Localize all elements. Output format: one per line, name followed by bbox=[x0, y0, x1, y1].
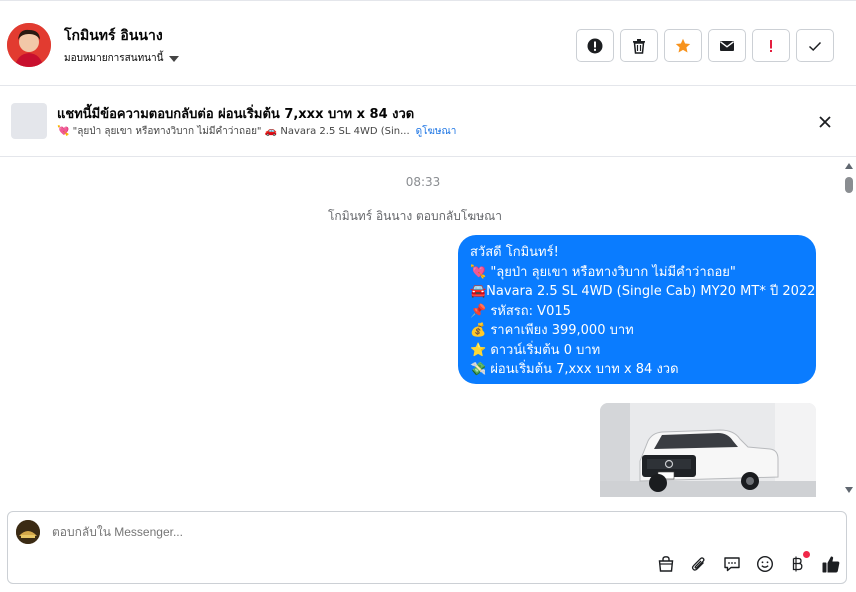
thread-scrollbar[interactable] bbox=[842, 157, 856, 497]
smiley-icon bbox=[756, 555, 774, 573]
send-like-button[interactable] bbox=[821, 554, 841, 574]
ad-banner-text: 💘 "ลุยป่า ลุยเขา หรือทางวิบาก ไม่มีคำว่า… bbox=[57, 126, 410, 137]
scroll-down-arrow-icon[interactable] bbox=[845, 487, 853, 493]
car-photo[interactable] bbox=[600, 403, 816, 497]
header-actions bbox=[576, 29, 834, 62]
message-line: 💸 ผ่อนเริ่มต้น 7,xxx บาท x 84 งวด bbox=[470, 362, 679, 377]
composer-tools bbox=[656, 551, 841, 574]
contact-name: โกมินทร์ อินนาง bbox=[64, 28, 163, 44]
outgoing-message-bubble[interactable]: สวัสดี โกมินทร์! 💘 "ลุยป่า ลุยเขา หรือทา… bbox=[458, 235, 816, 384]
scroll-up-arrow-icon[interactable] bbox=[845, 163, 853, 169]
paperclip-icon bbox=[691, 557, 705, 571]
star-button[interactable] bbox=[664, 29, 702, 62]
delete-button[interactable] bbox=[620, 29, 658, 62]
spam-button[interactable] bbox=[752, 29, 790, 62]
reply-input[interactable] bbox=[52, 525, 812, 539]
assign-conversation-dropdown[interactable]: มอบหมายการสนทนานี้ bbox=[64, 51, 180, 66]
mail-icon bbox=[720, 40, 734, 51]
mark-unread-button[interactable] bbox=[708, 29, 746, 62]
mark-done-button[interactable] bbox=[796, 29, 834, 62]
scrollbar-thumb[interactable] bbox=[845, 177, 853, 193]
ad-thumbnail bbox=[11, 103, 47, 139]
message-line: 🚘Navara 2.5 SL 4WD (Single Cab) MY20 MT*… bbox=[470, 284, 816, 299]
assign-label: มอบหมายการสนทนานี้ bbox=[64, 53, 164, 64]
message-timestamp: 08:33 bbox=[405, 175, 441, 189]
message-line: สวัสดี โกมินทร์! bbox=[470, 245, 559, 260]
ad-banner-title: แชทนี้มีข้อความตอบกลับต่อ ผ่อนเริ่มต้น 7… bbox=[57, 107, 415, 122]
view-ad-link[interactable]: ดูโฆษณา bbox=[416, 126, 457, 137]
payment-button[interactable] bbox=[788, 551, 810, 574]
shop-button[interactable] bbox=[656, 554, 676, 574]
page-avatar bbox=[16, 520, 40, 544]
message-line: 📌 รหัสรถ: V015 bbox=[470, 303, 571, 319]
saved-replies-button[interactable] bbox=[722, 554, 742, 574]
check-icon bbox=[808, 41, 822, 51]
caret-down-icon bbox=[169, 55, 180, 62]
emoji-button[interactable] bbox=[755, 554, 775, 574]
info-circle-icon bbox=[587, 38, 603, 53]
message-line: 💰 ราคาเพียง 399,000 บาท bbox=[470, 323, 634, 338]
thumbs-up-icon bbox=[822, 556, 840, 573]
exclamation-icon bbox=[770, 39, 772, 52]
conversation-header: โกมินทร์ อินนาง มอบหมายการสนทนานี้ bbox=[0, 0, 856, 86]
message-line: ⭐ ดาวน์เริ่มต้น 0 บาท bbox=[470, 342, 601, 358]
speech-bubble-icon bbox=[724, 557, 740, 572]
message-composer bbox=[7, 511, 847, 584]
star-icon bbox=[675, 38, 691, 52]
trash-icon bbox=[633, 38, 645, 54]
ad-banner-subtitle: 💘 "ลุยป่า ลุยเขา หรือทางวิบาก ไม่มีคำว่า… bbox=[57, 124, 456, 139]
info-button[interactable] bbox=[576, 29, 614, 62]
bag-icon bbox=[658, 556, 674, 572]
close-icon bbox=[819, 116, 831, 128]
notification-dot bbox=[803, 551, 810, 558]
ad-reply-banner: แชทนี้มีข้อความตอบกลับต่อ ผ่อนเริ่มต้น 7… bbox=[0, 86, 856, 157]
attach-button[interactable] bbox=[689, 554, 709, 574]
message-thread: 08:33 โกมินทร์ อินนาง ตอบกลับโฆษณา สวัสด… bbox=[0, 157, 856, 497]
close-banner-button[interactable] bbox=[815, 112, 835, 132]
message-line: 💘 "ลุยป่า ลุยเขา หรือทางวิบาก ไม่มีคำว่า… bbox=[470, 264, 736, 280]
contact-avatar[interactable] bbox=[7, 23, 51, 67]
messenger-conversation: โกมินทร์ อินนาง มอบหมายการสนทนานี้ แชทนี… bbox=[0, 0, 856, 592]
ad-reply-note: โกมินทร์ อินนาง ตอบกลับโฆษณา bbox=[327, 209, 502, 223]
